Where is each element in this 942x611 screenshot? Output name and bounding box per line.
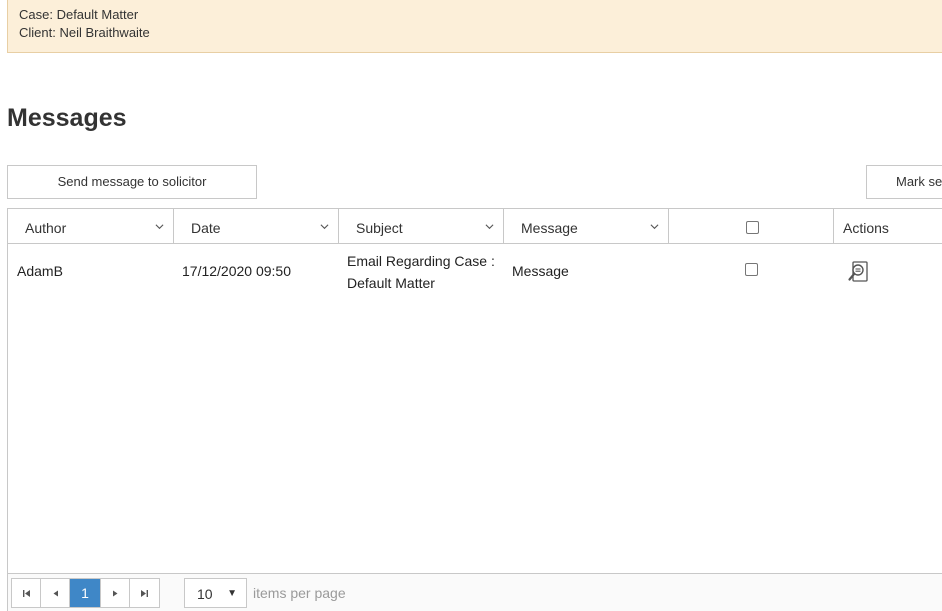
column-header-subject[interactable]: Subject: [339, 209, 504, 243]
column-header-actions: Actions: [834, 209, 942, 243]
chevron-down-icon[interactable]: [485, 222, 494, 231]
select-all-checkbox[interactable]: [746, 221, 759, 234]
send-message-button[interactable]: Send message to solicitor: [7, 165, 257, 199]
cell-date: 17/12/2020 09:50: [182, 263, 291, 279]
column-label-subject: Subject: [356, 220, 403, 236]
grid-header: Author Date Subject Message Actions: [8, 209, 942, 244]
page-button-current[interactable]: 1: [70, 579, 101, 607]
case-name: Case: Default Matter: [19, 7, 139, 22]
case-info-banner: Case: Default Matter Client: Neil Braith…: [7, 0, 942, 53]
last-page-icon[interactable]: [130, 579, 159, 607]
cell-message: Message: [512, 263, 569, 279]
column-label-actions: Actions: [843, 220, 889, 236]
chevron-down-icon[interactable]: [320, 222, 329, 231]
items-per-page-label: items per page: [253, 585, 346, 601]
column-header-date[interactable]: Date: [174, 209, 339, 243]
dropdown-arrow-icon: ▼: [227, 588, 237, 599]
column-header-select: [669, 209, 834, 243]
next-page-icon[interactable]: [101, 579, 130, 607]
first-page-icon[interactable]: [12, 579, 41, 607]
messages-grid: Author Date Subject Message Actions Adam…: [7, 208, 942, 611]
table-row[interactable]: AdamB 17/12/2020 09:50 Email Regarding C…: [8, 244, 942, 304]
previous-page-icon[interactable]: [41, 579, 70, 607]
page-size-select[interactable]: 10 ▼: [184, 578, 247, 608]
client-name: Client: Neil Braithwaite: [19, 25, 150, 40]
cell-author: AdamB: [17, 263, 63, 279]
chevron-down-icon[interactable]: [155, 222, 164, 231]
column-label-author: Author: [25, 220, 67, 236]
column-header-message[interactable]: Message: [504, 209, 669, 243]
mark-seen-button[interactable]: Mark se: [866, 165, 942, 199]
column-label-message: Message: [521, 220, 578, 236]
page-title: Messages: [7, 104, 127, 132]
pager-buttons: 1: [11, 578, 160, 608]
view-message-icon[interactable]: [846, 259, 872, 285]
pager: 1 10 ▼ items per page: [8, 573, 942, 611]
cell-subject: Email Regarding Case : Default Matter: [347, 253, 495, 291]
column-header-author[interactable]: Author: [8, 209, 174, 243]
column-label-date: Date: [191, 220, 221, 236]
page-size-value: 10: [197, 586, 213, 602]
chevron-down-icon[interactable]: [650, 222, 659, 231]
row-select-checkbox[interactable]: [745, 263, 758, 276]
